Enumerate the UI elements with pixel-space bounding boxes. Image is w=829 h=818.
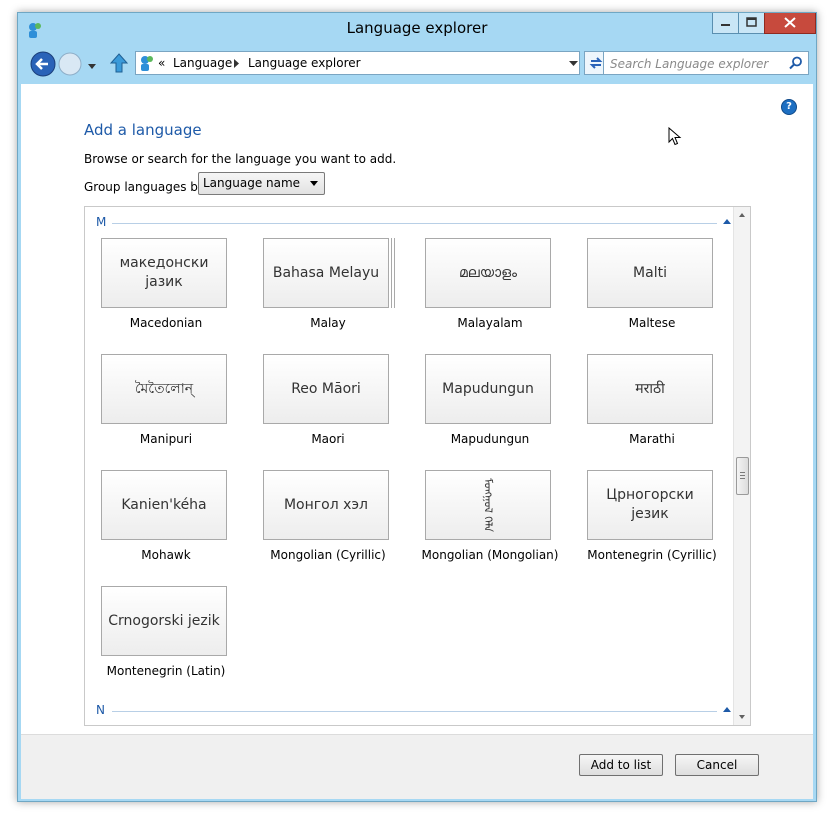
language-tile-wrap: Црногорски језик Montenegrin (Cyrillic): [571, 470, 733, 574]
search-icon[interactable]: [789, 56, 803, 70]
grip-line: [740, 475, 745, 476]
language-tile-marathi[interactable]: मराठी: [587, 354, 713, 424]
language-tile-maltese[interactable]: Malti: [587, 238, 713, 308]
language-tile-wrap: মৈতৈলোন্ Manipuri: [85, 354, 247, 458]
search-box[interactable]: [603, 51, 809, 75]
language-tile-mongolian-mongolian[interactable]: ᠮᠣᠩᠭᠣᠯ ᠬᠡᠯᠡ: [425, 470, 551, 540]
language-tile-malayalam[interactable]: മലയാളം: [425, 238, 551, 308]
language-name: Marathi: [629, 432, 675, 446]
dialog-footer: Add to list Cancel: [21, 734, 813, 799]
add-to-list-button[interactable]: Add to list: [579, 754, 663, 776]
search-input[interactable]: [608, 55, 788, 73]
language-tile-wrap: മലയാളം Malayalam: [409, 238, 571, 342]
chevron-down-icon: [88, 64, 96, 69]
maximize-icon: [746, 17, 757, 27]
language-tile-wrap: македонски јазик Macedonian: [85, 238, 247, 342]
group-divider: [112, 223, 717, 224]
minimize-button[interactable]: [712, 13, 739, 34]
language-name: Manipuri: [139, 432, 193, 446]
language-native-vertical: ᠮᠣᠩᠭᠣᠯ ᠬᠡᠯᠡ: [481, 478, 495, 532]
address-history-icon[interactable]: [569, 61, 578, 67]
language-tile-wrap: Crnogorski jezik Montenegrin (Latin): [85, 586, 247, 690]
up-button[interactable]: [109, 53, 129, 76]
language-name: Mapudungun: [450, 432, 530, 446]
language-name: Maori: [311, 432, 345, 446]
page-title: Add a language: [84, 121, 202, 139]
language-tile-wrap: Mapudungun Mapudungun: [409, 354, 571, 458]
grip-line: [740, 472, 745, 473]
instructions-text: Browse or search for the language you wa…: [84, 152, 397, 166]
recent-pages-dropdown[interactable]: [87, 60, 97, 74]
language-name: Mongolian (Cyrillic): [270, 548, 386, 562]
language-tile-wrap: मराठी Marathi: [571, 354, 733, 458]
breadcrumb-language[interactable]: Language: [173, 56, 232, 70]
language-tile-mohawk[interactable]: Kanien'kéha: [101, 470, 227, 540]
scroll-down-icon[interactable]: [739, 715, 745, 719]
language-name: Malay: [310, 316, 346, 330]
group-divider: [112, 711, 717, 712]
scroll-up-icon[interactable]: [739, 213, 745, 217]
group-by-label: Group languages by:: [84, 180, 209, 194]
language-name: Malayalam: [457, 316, 523, 330]
language-name: Macedonian: [129, 316, 203, 330]
vertical-scrollbar[interactable]: [733, 207, 750, 725]
language-tile-manipuri[interactable]: মৈতৈলোন্: [101, 354, 227, 424]
maximize-button[interactable]: [738, 13, 765, 34]
window-title: Language explorer: [346, 19, 488, 37]
language-name: Mohawk: [141, 548, 191, 562]
group-header-n[interactable]: N: [85, 703, 735, 719]
breadcrumb-prefix[interactable]: «: [158, 56, 165, 70]
address-bar[interactable]: « Language Language explorer: [135, 51, 580, 75]
cancel-button[interactable]: Cancel: [675, 754, 759, 776]
language-tile-wrap: ᠮᠣᠩᠭᠣᠯ ᠬᠡᠯᠡ Mongolian (Mongolian): [409, 470, 571, 574]
help-icon[interactable]: ?: [781, 99, 797, 115]
language-tile-malay[interactable]: Bahasa Melayu: [263, 238, 389, 308]
forward-button[interactable]: [58, 52, 82, 79]
back-arrow-icon: [30, 51, 56, 77]
language-tile-wrap: Монгол хэл Mongolian (Cyrillic): [247, 470, 409, 574]
close-icon: [784, 17, 796, 28]
grip-line: [740, 478, 745, 479]
language-tile-wrap: Bahasa Melayu Malay: [247, 238, 409, 342]
breadcrumb-language-explorer[interactable]: Language explorer: [248, 56, 361, 70]
mouse-cursor-icon: [668, 126, 682, 150]
language-name: Maltese: [628, 316, 676, 330]
collapse-icon[interactable]: [723, 219, 731, 224]
language-tile-mapudungun[interactable]: Mapudungun: [425, 354, 551, 424]
minimize-icon: [721, 24, 730, 26]
language-tile-macedonian[interactable]: македонски јазик: [101, 238, 227, 308]
forward-arrow-icon: [58, 52, 82, 76]
language-list: M македонски јазик Macedonian Bahasa Mel…: [84, 206, 751, 726]
language-name: Mongolian (Mongolian): [421, 548, 559, 562]
language-tile-maori[interactable]: Reo Māori: [263, 354, 389, 424]
group-letter: M: [96, 215, 107, 229]
language-tile-mongolian-cyrillic[interactable]: Монгол хэл: [263, 470, 389, 540]
group-header-m[interactable]: M: [85, 215, 735, 231]
language-tile-montenegrin-cyrillic[interactable]: Црногорски језик: [587, 470, 713, 540]
language-tile-wrap: Malti Maltese: [571, 238, 733, 342]
dropdown-arrow-icon: [310, 181, 318, 186]
back-button[interactable]: [30, 51, 56, 80]
up-arrow-icon: [109, 53, 129, 73]
language-tile-wrap: Kanien'kéha Mohawk: [85, 470, 247, 574]
language-name: Montenegrin (Cyrillic): [587, 548, 717, 562]
language-tile-montenegrin-latin[interactable]: Crnogorski jezik: [101, 586, 227, 656]
group-by-value: Language name: [203, 176, 301, 190]
language-explorer-window: Language explorer « Language Language ex…: [17, 12, 817, 802]
breadcrumb-separator-icon[interactable]: [234, 59, 240, 68]
language-name: Montenegrin (Latin): [106, 664, 226, 678]
collapse-icon[interactable]: [723, 707, 731, 712]
language-icon: [141, 56, 153, 71]
language-tile-wrap: Reo Māori Maori: [247, 354, 409, 458]
scrollbar-thumb[interactable]: [736, 457, 749, 495]
close-button[interactable]: [764, 13, 816, 34]
group-by-dropdown[interactable]: Language name: [198, 172, 325, 195]
group-letter: N: [96, 703, 105, 717]
content-area: ? Add a language Browse or search for th…: [21, 84, 813, 734]
